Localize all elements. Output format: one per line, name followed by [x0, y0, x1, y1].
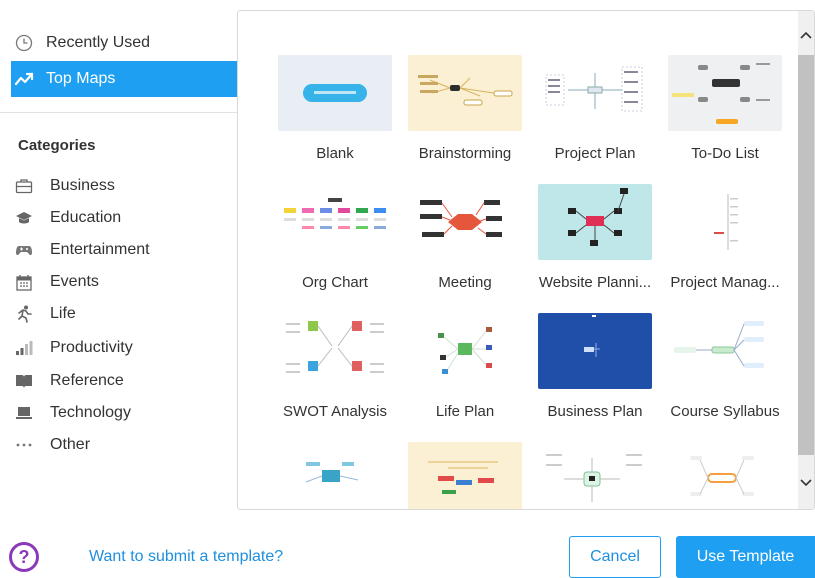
gallery-scrollbar[interactable] [798, 11, 814, 509]
nav-recently-used-label: Recently Used [46, 34, 151, 51]
running-person-icon [14, 304, 34, 324]
category-entertainment[interactable]: Entertainment [14, 237, 150, 263]
category-technology[interactable]: Technology [14, 400, 131, 426]
category-events-label: Events [50, 273, 99, 290]
template-label: SWOT Analysis [283, 403, 387, 420]
category-business-label: Business [50, 177, 115, 194]
use-template-button[interactable]: Use Template [676, 536, 815, 578]
template-thumbnail [538, 442, 652, 509]
category-reference-label: Reference [50, 372, 124, 389]
category-life-label: Life [50, 305, 76, 322]
template-label: Business Plan [547, 403, 643, 420]
clock-icon [14, 33, 34, 53]
category-other-label: Other [50, 436, 91, 453]
nav-recently-used[interactable]: Recently Used [11, 25, 237, 61]
template-thumbnail [408, 55, 522, 131]
scroll-thumb[interactable] [798, 55, 814, 455]
template-label: Project Plan [554, 145, 636, 162]
category-education-label: Education [50, 209, 122, 226]
template-thumbnail [668, 184, 782, 260]
gamepad-icon [14, 240, 34, 260]
template-card-business-plan[interactable]: Business Plan [538, 313, 658, 423]
template-card-row4-3[interactable] [538, 442, 658, 509]
category-productivity-label: Productivity [50, 339, 133, 356]
calendar-icon [14, 272, 34, 292]
category-entertainment-label: Entertainment [50, 241, 150, 258]
scroll-up-arrow-icon[interactable] [798, 25, 814, 45]
template-label: To-Do List [691, 145, 759, 162]
graduation-cap-icon [14, 208, 34, 228]
template-card-course-syllabus[interactable]: Course Syllabus [668, 313, 788, 423]
template-thumbnail [408, 442, 522, 509]
template-thumbnail [538, 184, 652, 260]
help-question-icon[interactable]: ? [9, 542, 39, 572]
template-label: Brainstorming [418, 145, 512, 162]
category-productivity[interactable]: Productivity [14, 335, 133, 361]
template-card-meeting[interactable]: Meeting [408, 184, 528, 294]
cancel-button[interactable]: Cancel [569, 536, 661, 578]
template-thumbnail [278, 184, 392, 260]
template-card-life-plan[interactable]: Life Plan [408, 313, 528, 423]
sidebar: Recently Used Top Maps Categories Busine… [0, 0, 237, 500]
template-card-row4-1[interactable] [278, 442, 398, 509]
category-business[interactable]: Business [14, 173, 115, 199]
template-thumbnail [408, 184, 522, 260]
template-card-website-planning[interactable]: Website Planni... [538, 184, 658, 294]
category-life[interactable]: Life [14, 301, 76, 327]
template-thumbnail [668, 442, 782, 509]
category-education[interactable]: Education [14, 205, 121, 231]
categories-title: Categories [18, 137, 96, 154]
nav-top-maps-label: Top Maps [46, 70, 116, 87]
book-icon [14, 371, 34, 391]
sidebar-divider [0, 112, 237, 113]
template-thumbnail [668, 55, 782, 131]
template-thumbnail [538, 55, 652, 131]
template-card-org-chart[interactable]: Org Chart [278, 184, 398, 294]
category-other[interactable]: Other [14, 432, 90, 458]
template-label: Blank [316, 145, 354, 162]
template-label: Life Plan [435, 403, 495, 420]
trending-icon [14, 69, 34, 89]
template-thumbnail [408, 313, 522, 389]
template-label: Org Chart [302, 274, 368, 291]
category-technology-label: Technology [50, 404, 131, 421]
template-label: Meeting [438, 274, 492, 291]
nav-top-maps[interactable]: Top Maps [11, 61, 237, 97]
template-thumbnail [668, 313, 782, 389]
template-gallery[interactable]: Blank Brainstorming Project Plan To-Do L… [237, 10, 815, 510]
template-card-row4-2[interactable] [408, 442, 528, 509]
template-card-blank[interactable]: Blank [278, 55, 398, 165]
template-thumbnail [538, 313, 652, 389]
laptop-icon [14, 403, 34, 423]
briefcase-icon [14, 176, 34, 196]
category-events[interactable]: Events [14, 269, 99, 295]
template-label: Project Manag... [670, 274, 780, 291]
template-card-row4-4[interactable] [668, 442, 788, 509]
template-card-brainstorming[interactable]: Brainstorming [408, 55, 528, 165]
template-thumbnail [278, 313, 392, 389]
submit-template-link[interactable]: Want to submit a template? [89, 548, 283, 566]
bar-chart-icon [14, 338, 34, 358]
template-label: Website Planni... [538, 274, 652, 291]
category-reference[interactable]: Reference [14, 368, 124, 394]
template-card-project-plan[interactable]: Project Plan [538, 55, 658, 165]
ellipsis-icon [14, 435, 34, 455]
scroll-down-arrow-icon[interactable] [798, 473, 814, 493]
template-card-project-management[interactable]: Project Manag... [668, 184, 788, 294]
template-card-to-do-list[interactable]: To-Do List [668, 55, 788, 165]
template-thumbnail [278, 55, 392, 131]
template-label: Course Syllabus [670, 403, 780, 420]
template-thumbnail [278, 442, 392, 509]
template-card-swot-analysis[interactable]: SWOT Analysis [278, 313, 398, 423]
